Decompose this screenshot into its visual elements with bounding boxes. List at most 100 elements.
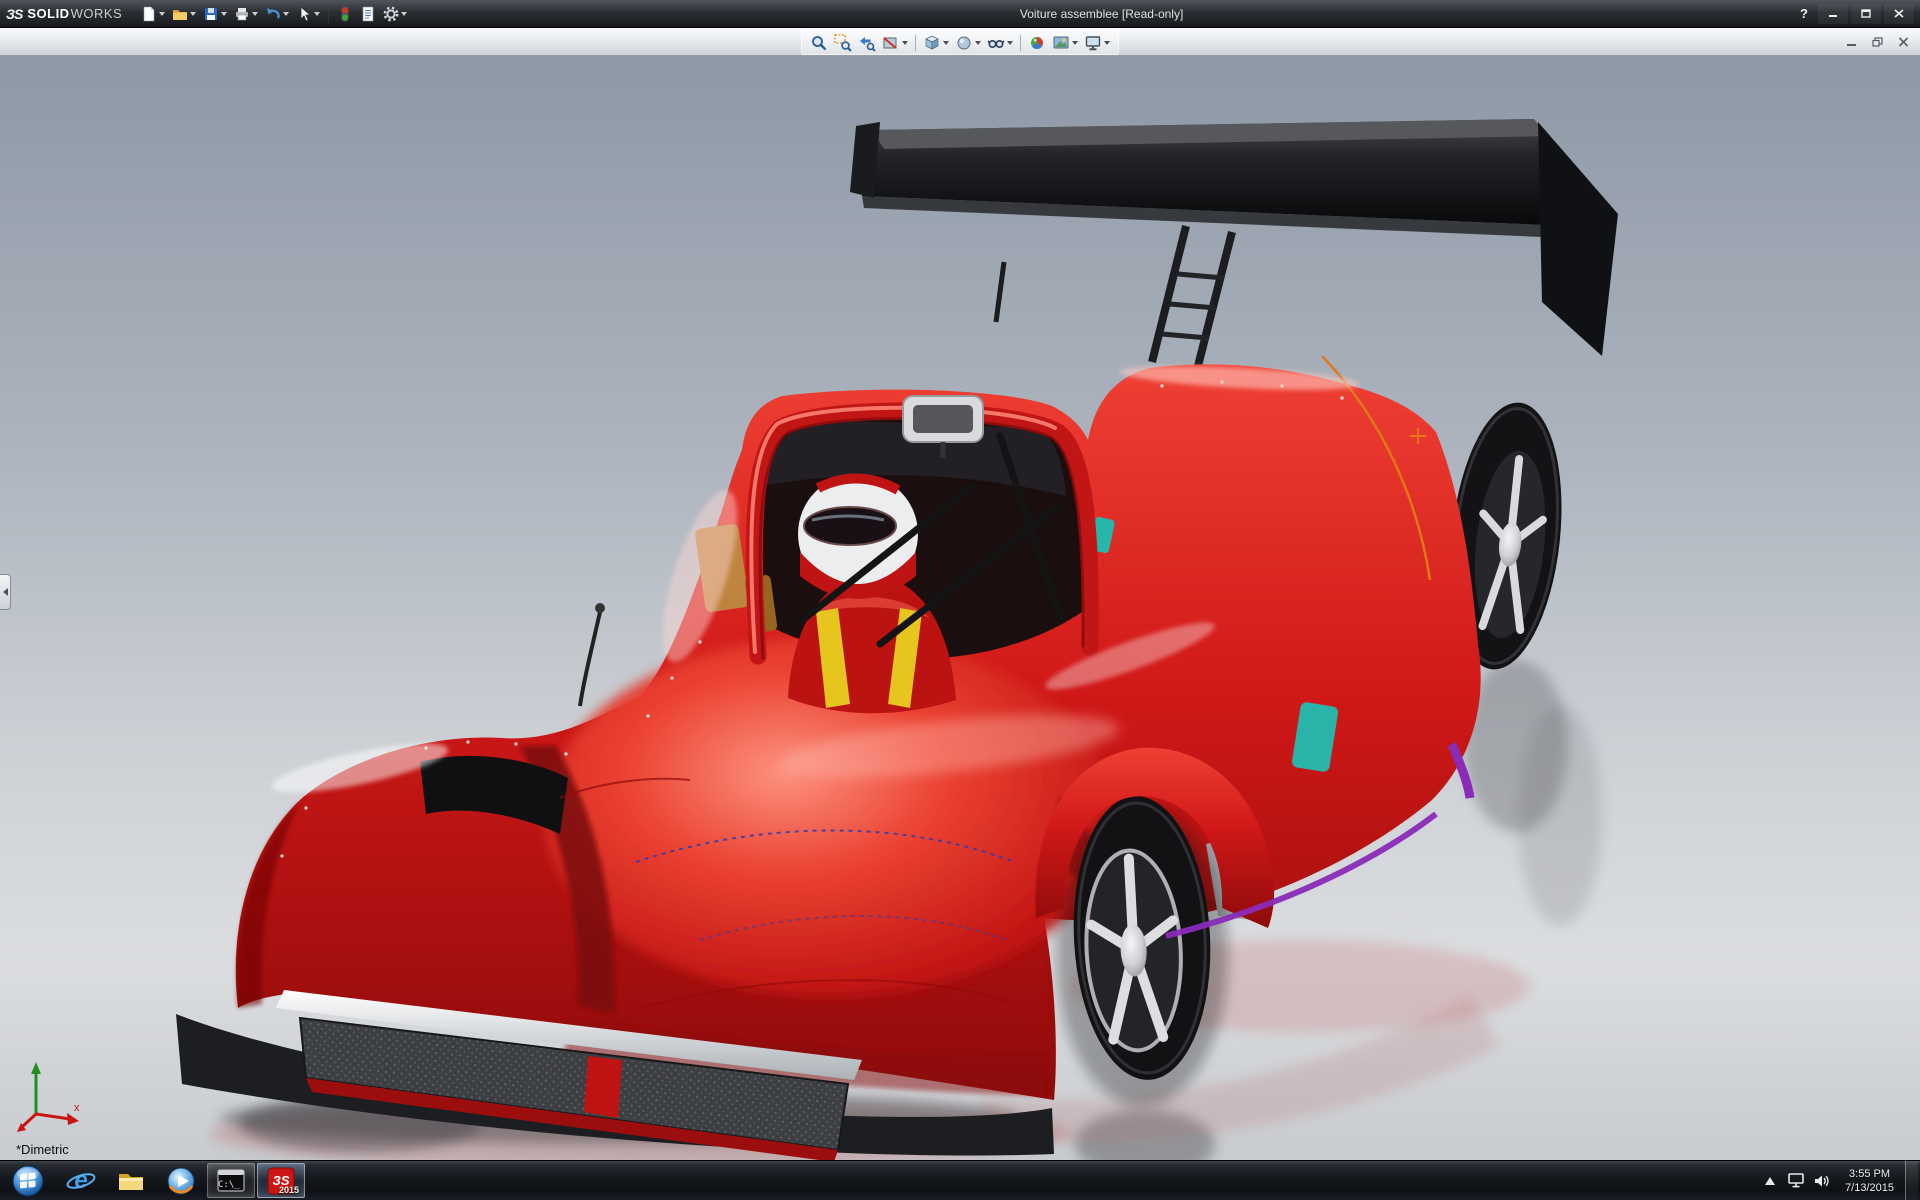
document-restore-button[interactable] (1866, 33, 1888, 51)
tray-display-icon-button[interactable] (1784, 1161, 1808, 1200)
section-view-button[interactable] (880, 33, 910, 53)
zoom-to-fit-icon (810, 34, 828, 52)
close-icon (1898, 37, 1909, 47)
previous-view-button[interactable] (856, 33, 878, 53)
new-document-button[interactable] (138, 4, 168, 24)
document-close-button[interactable] (1892, 33, 1914, 51)
undo-icon (265, 6, 281, 22)
select-cursor-icon (296, 6, 312, 22)
orientation-triad: x (12, 1056, 90, 1136)
close-button[interactable] (1884, 4, 1914, 24)
save-icon (203, 6, 219, 22)
featuremanager-flyout-tab[interactable] (0, 574, 11, 610)
window-title: Voiture assemblee [Read-only] (1020, 7, 1183, 21)
clock-date: 7/13/2015 (1845, 1181, 1894, 1195)
speaker-icon (1814, 1174, 1830, 1188)
clock-time: 3:55 PM (1845, 1167, 1894, 1181)
print-button[interactable] (231, 4, 261, 24)
save-button[interactable] (200, 4, 230, 24)
new-document-icon (141, 6, 157, 22)
open-folder-icon (172, 6, 188, 22)
undo-button[interactable] (262, 4, 292, 24)
minimize-button[interactable] (1818, 4, 1848, 24)
document-minimize-button[interactable] (1840, 33, 1862, 51)
taskbar-clock[interactable]: 3:55 PM 7/13/2015 (1836, 1167, 1903, 1195)
console-prompt-text: C:\_ (218, 1180, 240, 1190)
chevron-down-icon (221, 12, 227, 16)
zoom-to-fit-button[interactable] (808, 33, 830, 53)
file-properties-button[interactable] (357, 4, 379, 24)
solidworks-window: ЗS SOLID WORKS (0, 0, 1920, 1200)
solidworks-logo-icon: ЗS (6, 6, 22, 22)
taskbar-windows-explorer[interactable] (107, 1163, 155, 1198)
view-settings-button[interactable] (1082, 33, 1112, 53)
print-icon (234, 6, 250, 22)
taskbar-internet-explorer[interactable]: e (57, 1163, 105, 1198)
chevron-down-icon (902, 41, 908, 45)
eyeglasses-icon (987, 34, 1005, 52)
menu-row (0, 28, 1920, 56)
chevron-down-icon (252, 12, 258, 16)
minimize-icon (1846, 37, 1857, 47)
apply-scene-button[interactable] (1050, 33, 1080, 53)
tray-show-hidden-button[interactable] (1758, 1161, 1782, 1200)
display-icon (1788, 1173, 1804, 1188)
zoom-to-area-icon (834, 34, 852, 52)
chevron-down-icon (975, 41, 981, 45)
chevron-down-icon (943, 41, 949, 45)
select-button[interactable] (293, 4, 323, 24)
open-button[interactable] (169, 4, 199, 24)
taskbar: e (0, 1160, 1920, 1200)
help-button[interactable]: ? (1793, 4, 1815, 24)
solidworks-version-badge: 2015 (279, 1185, 299, 1195)
edit-appearance-button[interactable] (1026, 33, 1048, 53)
view-orientation-cube-icon (923, 34, 941, 52)
section-view-icon (882, 34, 900, 52)
chevron-up-icon (1765, 1177, 1775, 1185)
ie-orbit-icon (64, 1164, 98, 1198)
maximize-icon (1861, 9, 1871, 18)
chevron-left-icon (3, 588, 8, 596)
rebuild-traffic-light-icon (337, 6, 353, 22)
appearance-sphere-icon (1028, 34, 1046, 52)
windows-orb-icon (8, 1161, 48, 1200)
view-settings-monitor-icon (1084, 34, 1102, 52)
chevron-down-icon (159, 12, 165, 16)
tray-volume-button[interactable] (1810, 1161, 1834, 1200)
minimize-icon (1828, 9, 1838, 18)
restore-icon (1872, 37, 1883, 47)
scene-3d[interactable] (0, 56, 1920, 1160)
chevron-down-icon (314, 12, 320, 16)
start-button[interactable] (0, 1161, 56, 1200)
window-controls: ? (1793, 4, 1914, 24)
gear-icon (383, 6, 399, 22)
taskbar-solidworks[interactable]: ЗS 2015 (257, 1163, 305, 1198)
hide-show-items-button[interactable] (985, 33, 1015, 53)
file-properties-icon (360, 6, 376, 22)
maximize-button[interactable] (1851, 4, 1881, 24)
options-button[interactable] (380, 4, 410, 24)
close-icon (1894, 9, 1904, 18)
graphics-viewport[interactable]: x *Dimetric (0, 56, 1920, 1160)
toolbar-separator (328, 5, 329, 23)
rebuild-button[interactable] (334, 4, 356, 24)
toolbar-separator (1020, 35, 1021, 51)
quick-access-toolbar (138, 4, 410, 24)
view-orientation-label: *Dimetric (16, 1142, 69, 1157)
svg-text:x: x (74, 1102, 80, 1114)
show-desktop-button[interactable] (1905, 1161, 1918, 1200)
zoom-to-area-button[interactable] (832, 33, 854, 53)
chevron-down-icon (1007, 41, 1013, 45)
folder-icon (116, 1166, 146, 1196)
display-style-button[interactable] (953, 33, 983, 53)
heads-up-view-toolbar (801, 30, 1119, 55)
taskbar-command-prompt[interactable]: C:\_ (207, 1163, 255, 1198)
solidworks-logo: ЗS SOLID WORKS (6, 6, 122, 22)
chevron-down-icon (190, 12, 196, 16)
document-window-controls (1840, 33, 1920, 51)
taskbar-media-player[interactable] (157, 1163, 205, 1198)
chevron-down-icon (1072, 41, 1078, 45)
brand-text-solid: SOLID (27, 6, 69, 21)
view-orientation-button[interactable] (921, 33, 951, 53)
chevron-down-icon (401, 12, 407, 16)
